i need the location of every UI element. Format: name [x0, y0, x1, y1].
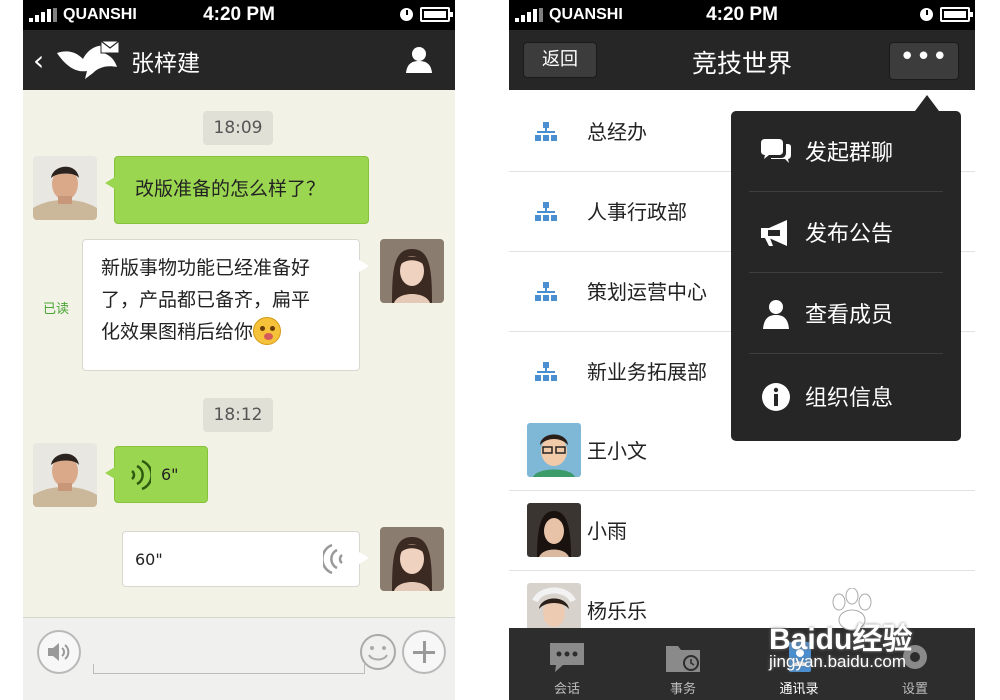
- voice-duration: 60": [135, 550, 163, 569]
- message-text-line: 化效果图稍后给你: [101, 321, 254, 343]
- voice-duration: 6": [161, 465, 179, 484]
- male-avatar-icon: [33, 443, 97, 507]
- avatar[interactable]: [380, 527, 444, 591]
- chat-input-bar: [23, 617, 455, 700]
- tab-label: 事务: [669, 682, 696, 697]
- female-avatar-icon: [380, 239, 444, 303]
- org-chart-icon: [535, 282, 557, 301]
- status-time: 4:20 PM: [203, 4, 275, 25]
- message-bubble-received[interactable]: 改版准备的怎么样了？: [105, 156, 369, 224]
- female-avatar-icon: [380, 527, 444, 591]
- avatar[interactable]: [33, 443, 97, 507]
- watermark: Baidu经验 jingyan.baidu.com: [765, 588, 975, 678]
- chat-screen: QUANSHI 4:20 PM ‹ 张梓建 18:09 改版准备的怎么样了？ 已…: [23, 0, 455, 700]
- message-input[interactable]: [93, 664, 365, 674]
- department-label: 人事行政部: [587, 200, 687, 224]
- menu-item-announcement[interactable]: 发布公告: [731, 192, 961, 272]
- org-chart-icon: [535, 202, 557, 221]
- more-button[interactable]: •••: [889, 42, 959, 80]
- info-icon: [762, 383, 790, 411]
- contacts-header: 竞技世界 返回 •••: [509, 30, 975, 90]
- timestamp: 18:09: [203, 111, 273, 145]
- status-time: 4:20 PM: [706, 4, 778, 25]
- tab-chat[interactable]: 会话: [509, 628, 625, 700]
- contact-name: 杨乐乐: [587, 599, 647, 623]
- status-bar: QUANSHI 4:20 PM: [23, 0, 455, 30]
- message-text-line: 新版事物功能已经准备好: [101, 257, 311, 279]
- tab-label: 通讯录: [779, 682, 819, 697]
- voice-message-received[interactable]: 6": [105, 446, 208, 503]
- menu-item-label: 发起群聊: [805, 141, 894, 166]
- message-text: 改版准备的怎么样了？: [135, 178, 326, 200]
- emoji-icon: [253, 317, 282, 345]
- contact-avatar: [527, 423, 581, 477]
- task-icon: [666, 646, 700, 672]
- tab-label: 设置: [901, 682, 928, 697]
- avatar[interactable]: [33, 156, 97, 220]
- male-avatar-icon: [33, 156, 97, 220]
- message-text-line: 了，产品都已备齐，扁平: [101, 289, 311, 311]
- menu-item-label: 发布公告: [805, 222, 894, 247]
- logo-bird-icon: [57, 40, 120, 79]
- watermark-url: jingyan.baidu.com: [769, 652, 907, 671]
- message-bubble-sent[interactable]: 新版事物功能已经准备好 了，产品都已备齐，扁平 化效果图稍后给你: [82, 239, 369, 371]
- chat-title: 张梓建: [131, 51, 200, 77]
- tab-label: 会话: [553, 682, 580, 697]
- voice-wave-icon: [323, 543, 343, 575]
- profile-icon[interactable]: [405, 45, 433, 73]
- chat-header: ‹ 张梓建: [23, 30, 455, 90]
- contact-name: 小雨: [587, 519, 627, 543]
- tab-tasks[interactable]: 事务: [625, 628, 741, 700]
- voice-message-sent[interactable]: 60": [122, 531, 369, 587]
- timestamp: 18:12: [203, 398, 273, 432]
- contact-row[interactable]: 小雨: [509, 491, 975, 571]
- alarm-icon: [920, 8, 933, 21]
- department-label: 总经办: [587, 120, 647, 144]
- member-icon: [763, 300, 789, 329]
- department-label: 策划运营中心: [587, 280, 707, 304]
- menu-item-view-members[interactable]: 查看成员: [731, 273, 961, 353]
- plus-icon: [413, 641, 435, 663]
- status-bar: QUANSHI 4:20 PM: [509, 0, 975, 30]
- more-menu: 发起群聊 发布公告 查看成员 组织信息: [731, 95, 961, 441]
- add-button[interactable]: [402, 630, 446, 674]
- divider: [749, 353, 943, 354]
- smiley-icon: [360, 634, 396, 670]
- voice-toggle-button[interactable]: [37, 630, 81, 674]
- announcement-icon: [761, 220, 787, 246]
- chat-icon: [550, 643, 584, 672]
- menu-item-label: 组织信息: [805, 386, 894, 411]
- department-label: 新业务拓展部: [587, 360, 707, 384]
- avatar[interactable]: [380, 239, 444, 303]
- read-status: 已读: [43, 302, 70, 317]
- female-avatar-icon: [527, 503, 581, 557]
- voice-wave-icon: [131, 459, 151, 491]
- back-icon[interactable]: ‹: [33, 44, 44, 77]
- org-chart-icon: [535, 362, 557, 381]
- back-button[interactable]: 返回: [523, 42, 597, 78]
- battery-icon: [420, 7, 453, 22]
- male-avatar-icon: [527, 423, 581, 477]
- menu-item-label: 查看成员: [805, 303, 894, 328]
- contact-avatar: [527, 503, 581, 557]
- alarm-icon: [400, 8, 413, 21]
- org-chart-icon: [535, 122, 557, 141]
- speaker-icon: [48, 643, 70, 661]
- group-chat-icon: [761, 139, 791, 163]
- contact-name: 王小文: [587, 439, 647, 463]
- emoji-button[interactable]: [356, 630, 400, 674]
- menu-item-group-chat[interactable]: 发起群聊: [731, 111, 961, 191]
- menu-item-org-info[interactable]: 组织信息: [731, 356, 961, 436]
- battery-icon: [940, 7, 973, 22]
